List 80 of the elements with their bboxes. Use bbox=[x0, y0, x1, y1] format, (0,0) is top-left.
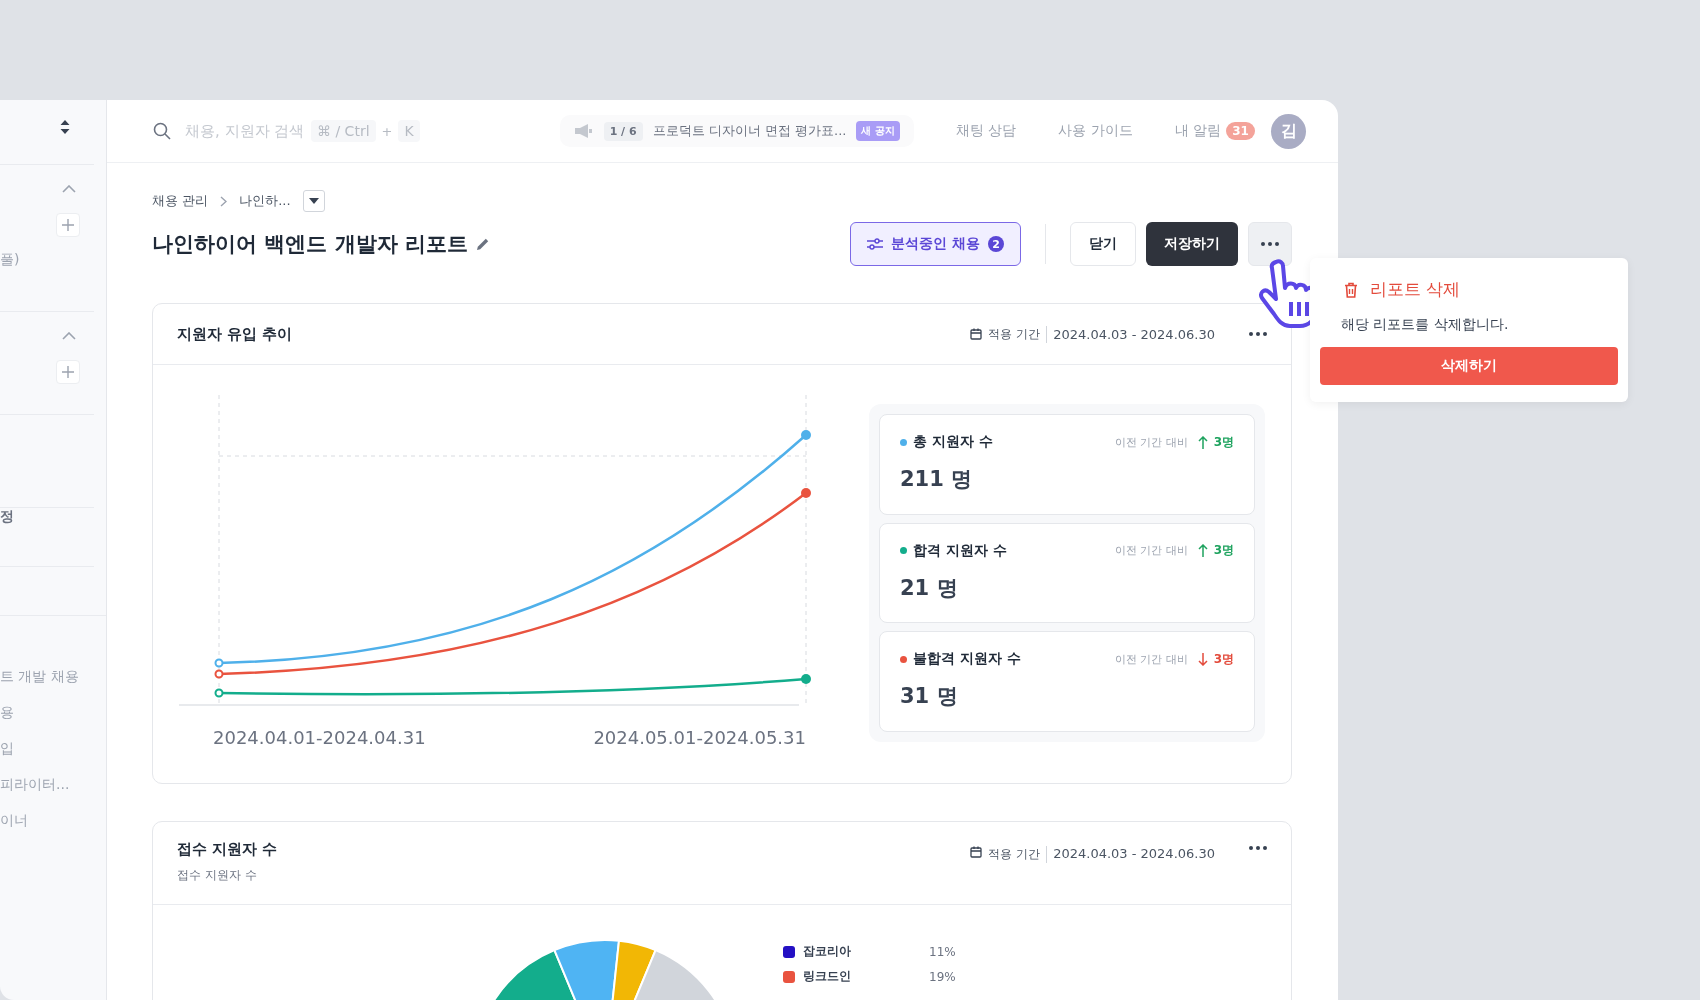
nav-link[interactable]: 사용 가이드 bbox=[1058, 122, 1133, 140]
notification-count: 31 bbox=[1226, 122, 1255, 140]
chart-point bbox=[214, 688, 224, 698]
page-title: 나인하이어 백엔드 개발자 리포트 bbox=[152, 231, 468, 258]
user-avatar[interactable]: 김 bbox=[1271, 113, 1306, 149]
legend-share: 11% bbox=[929, 944, 956, 959]
search-icon[interactable] bbox=[153, 122, 171, 140]
legend-label: 링크드인 bbox=[803, 968, 852, 985]
shortcut-key: ⌘ / Ctrl bbox=[311, 120, 376, 142]
plus-icon bbox=[62, 219, 74, 231]
chart-point bbox=[801, 430, 811, 440]
legend-label: 잡코리아 bbox=[803, 943, 852, 960]
nav-link[interactable]: 채팅 상담 bbox=[955, 122, 1017, 140]
shortcut-plus: + bbox=[381, 123, 393, 139]
notice-text: 프로덕트 디자이너 면접 평가표... bbox=[652, 122, 847, 140]
period-label: 적용 기간 bbox=[988, 846, 1048, 863]
megaphone-icon bbox=[573, 123, 594, 139]
chart-point bbox=[801, 674, 811, 684]
card-title: 지원자 유입 추이 bbox=[177, 324, 293, 344]
arrow-down-icon bbox=[1197, 652, 1208, 666]
arrow-up-icon bbox=[1197, 435, 1208, 449]
close-button[interactable]: 닫기 bbox=[1070, 222, 1136, 266]
change-value: 3명 bbox=[1213, 542, 1234, 560]
breadcrumb-link[interactable]: 채용 관리 bbox=[152, 192, 209, 210]
more-button[interactable] bbox=[1249, 332, 1267, 336]
trash-icon bbox=[1344, 281, 1358, 298]
search-field[interactable]: 채용, 지원자 검색 bbox=[183, 121, 305, 141]
plus-icon bbox=[62, 366, 74, 378]
calendar-icon bbox=[970, 328, 983, 340]
period-range: 2024.04.03 - 2024.06.30 bbox=[1053, 846, 1215, 861]
axis-label: 2024.05.01-2024.05.31 bbox=[593, 727, 806, 748]
more-button[interactable] bbox=[1248, 222, 1292, 266]
pencil-icon[interactable] bbox=[475, 237, 490, 251]
sidebar-item[interactable]: 트 개발 채용 bbox=[0, 668, 106, 686]
legend-share: 19% bbox=[929, 969, 956, 984]
more-button[interactable] bbox=[1249, 846, 1267, 850]
arrow-up-icon bbox=[1197, 544, 1208, 558]
stat-value: 211 명 bbox=[900, 466, 974, 493]
compare-label: 이전 기간 대비 bbox=[1114, 651, 1188, 667]
compare-label: 이전 기간 대비 bbox=[1114, 543, 1188, 559]
card-title: 접수 지원자 수 bbox=[177, 840, 278, 859]
delete-button[interactable]: 삭제하기 bbox=[1320, 347, 1618, 385]
breadcrumb-link[interactable]: 나인하... bbox=[239, 192, 291, 210]
card-subtitle: 접수 지원자 수 bbox=[177, 867, 258, 884]
popup-message: 해당 리포트를 삭제합니다. bbox=[1341, 316, 1510, 334]
period-label: 적용 기간 bbox=[988, 325, 1048, 343]
ellipsis-icon bbox=[1261, 242, 1279, 246]
shortcut-key: K bbox=[398, 120, 420, 142]
stat-value: 31 명 bbox=[900, 683, 959, 711]
change-value: 3명 bbox=[1213, 650, 1234, 668]
sidebar-item[interactable]: 입 bbox=[0, 740, 106, 758]
chart-point bbox=[801, 488, 811, 498]
sort-icon[interactable] bbox=[60, 120, 70, 134]
sidebar-item[interactable]: 이너 bbox=[0, 812, 106, 830]
notifications-link[interactable]: 내 알림 bbox=[1174, 122, 1222, 140]
compare-label: 이전 기간 대비 bbox=[1114, 434, 1188, 450]
sidebar-item[interactable]: 풀) bbox=[0, 251, 106, 269]
popup-title: 리포트 삭제 bbox=[1370, 278, 1461, 301]
stat-name: 총 지원자 수 bbox=[913, 433, 993, 451]
sidebar-item[interactable]: 용 bbox=[0, 704, 106, 722]
sliders-icon bbox=[867, 238, 884, 250]
calendar-icon bbox=[970, 846, 983, 858]
change-value: 3명 bbox=[1213, 433, 1234, 451]
stat-name: 합격 지원자 수 bbox=[913, 541, 1007, 560]
stat-name: 불합격 지원자 수 bbox=[913, 650, 1021, 669]
notice-bar[interactable]: 1 / 6 프로덕트 디자이너 면접 평가표... 새 공지 bbox=[559, 115, 914, 147]
chart-point bbox=[214, 669, 224, 679]
sidebar-item[interactable]: 피라이터... bbox=[0, 776, 106, 794]
period-range: 2024.04.03 - 2024.06.30 bbox=[1053, 326, 1215, 342]
chart-point bbox=[214, 658, 224, 668]
chevron-right-icon bbox=[220, 195, 228, 207]
notice-counter: 1 / 6 bbox=[603, 121, 643, 141]
dropdown-button[interactable] bbox=[302, 190, 325, 212]
filter-button[interactable]: 분석중인 채용 2 bbox=[850, 222, 1021, 266]
new-notice-badge: 새 공지 bbox=[856, 121, 900, 141]
stat-value: 21 명 bbox=[900, 574, 959, 602]
sidebar-item[interactable]: 정 bbox=[0, 508, 106, 526]
axis-label: 2024.04.01-2024.04.31 bbox=[213, 727, 426, 748]
save-button[interactable]: 저장하기 bbox=[1146, 222, 1238, 266]
caret-icon bbox=[308, 198, 319, 204]
